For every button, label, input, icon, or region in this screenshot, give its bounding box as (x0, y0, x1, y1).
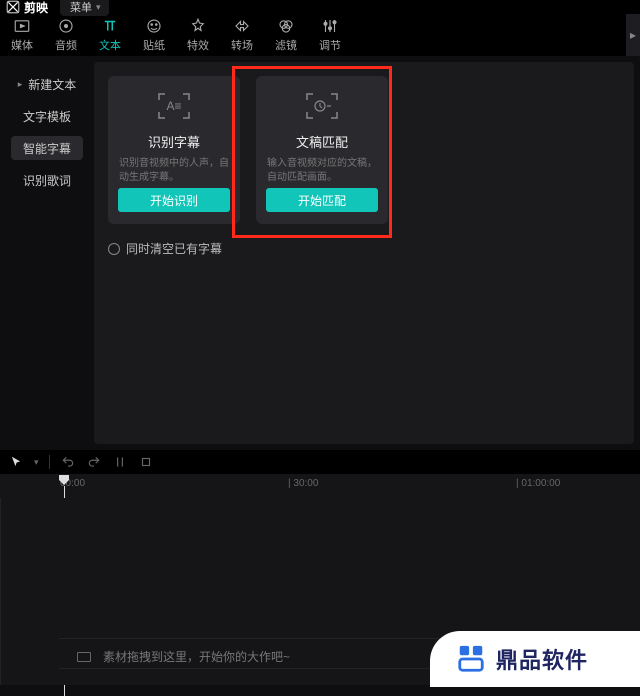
script-match-icon (305, 92, 339, 120)
audio-icon (57, 17, 75, 35)
start-match-button[interactable]: 开始匹配 (266, 188, 378, 212)
playhead-handle-icon (58, 474, 70, 486)
menu-dropdown[interactable]: 菜单 ▾ (60, 0, 109, 16)
start-recognize-button[interactable]: 开始识别 (118, 188, 230, 212)
card-desc: 输入音视频对应的文稿，自动匹配画面。 (267, 157, 377, 185)
app-name: 剪映 (24, 0, 48, 16)
preview-collapse-icon[interactable]: ▸ (626, 14, 640, 56)
transition-icon (233, 17, 251, 35)
media-icon (13, 17, 31, 35)
sidebar-item-new-text[interactable]: ▸ 新建文本 (11, 72, 83, 96)
card-title: 文稿匹配 (296, 132, 348, 151)
menu-label: 菜单 (70, 0, 92, 15)
timeline-empty-hint: 素材拖拽到这里，开始你的大作吧~ (77, 648, 290, 665)
subtitle-icon: A≡ (157, 92, 191, 120)
watermark-text: 鼎品软件 (496, 643, 588, 675)
pointer-tool-icon[interactable] (8, 454, 24, 470)
sticker-icon (145, 17, 163, 35)
tab-text[interactable]: 文本 (88, 17, 132, 53)
watermark: 鼎品软件 (430, 631, 640, 687)
clip-icon (77, 652, 91, 662)
text-icon (101, 17, 119, 35)
adjust-icon (321, 17, 339, 35)
timeline-toolbar: ▾ (0, 450, 640, 474)
undo-icon[interactable] (60, 454, 76, 470)
card-script-match: 文稿匹配 输入音视频对应的文稿，自动匹配画面。 开始匹配 (256, 76, 388, 224)
card-recognize-subtitles: A≡ 识别字幕 识别音视频中的人声，自动生成字幕。 开始识别 (108, 76, 240, 224)
card-title: 识别字幕 (148, 132, 200, 151)
ruler-mark: | 30:00 (288, 478, 318, 489)
sidebar-item-smart-subtitles[interactable]: 智能字幕 (11, 136, 83, 160)
text-sidebar: ▸ 新建文本 文字模板 智能字幕 识别歌词 (0, 56, 94, 450)
watermark-icon (456, 644, 486, 674)
content-panel: A≡ 识别字幕 识别音视频中的人声，自动生成字幕。 开始识别 文稿匹配 输入音视… (94, 62, 634, 444)
delete-icon[interactable] (138, 454, 154, 470)
redo-icon[interactable] (86, 454, 102, 470)
checkbox-label: 同时清空已有字幕 (126, 240, 222, 257)
split-icon[interactable] (112, 454, 128, 470)
tab-media[interactable]: 媒体 (0, 17, 44, 53)
filter-icon (277, 17, 295, 35)
tab-adjust[interactable]: 调节 (308, 17, 352, 53)
bullet-icon: ▸ (18, 79, 23, 90)
tab-sticker[interactable]: 贴纸 (132, 17, 176, 53)
tab-audio[interactable]: 音频 (44, 17, 88, 53)
titlebar: 剪映 菜单 ▾ (0, 0, 640, 14)
clear-subtitles-checkbox[interactable]: 同时清空已有字幕 (108, 240, 620, 257)
tab-effects[interactable]: 特效 (176, 17, 220, 53)
sidebar-item-lyrics[interactable]: 识别歌词 (11, 168, 83, 192)
svg-text:A≡: A≡ (166, 99, 181, 113)
tab-transition[interactable]: 转场 (220, 17, 264, 53)
card-desc: 识别音视频中的人声，自动生成字幕。 (119, 157, 229, 185)
effects-icon (189, 17, 207, 35)
workspace: ▸ 新建文本 文字模板 智能字幕 识别歌词 A≡ 识别字幕 识别音视频中的人声，… (0, 56, 640, 450)
tab-filter[interactable]: 滤镜 (264, 17, 308, 53)
timeline-ruler[interactable]: 00:00 | 30:00 | 01:00:00 (0, 474, 640, 498)
main-toolbar: 媒体 音频 文本 贴纸 特效 转场 滤镜 调节 ▸ (0, 14, 640, 56)
ruler-mark: | 01:00:00 (516, 478, 560, 489)
scissors-icon (6, 0, 20, 14)
chevron-down-icon[interactable]: ▾ (34, 457, 39, 468)
app-logo: 剪映 (6, 0, 48, 16)
radio-unchecked-icon (108, 243, 120, 255)
chevron-down-icon: ▾ (96, 2, 101, 13)
sidebar-item-templates[interactable]: 文字模板 (11, 104, 83, 128)
divider (49, 455, 50, 469)
